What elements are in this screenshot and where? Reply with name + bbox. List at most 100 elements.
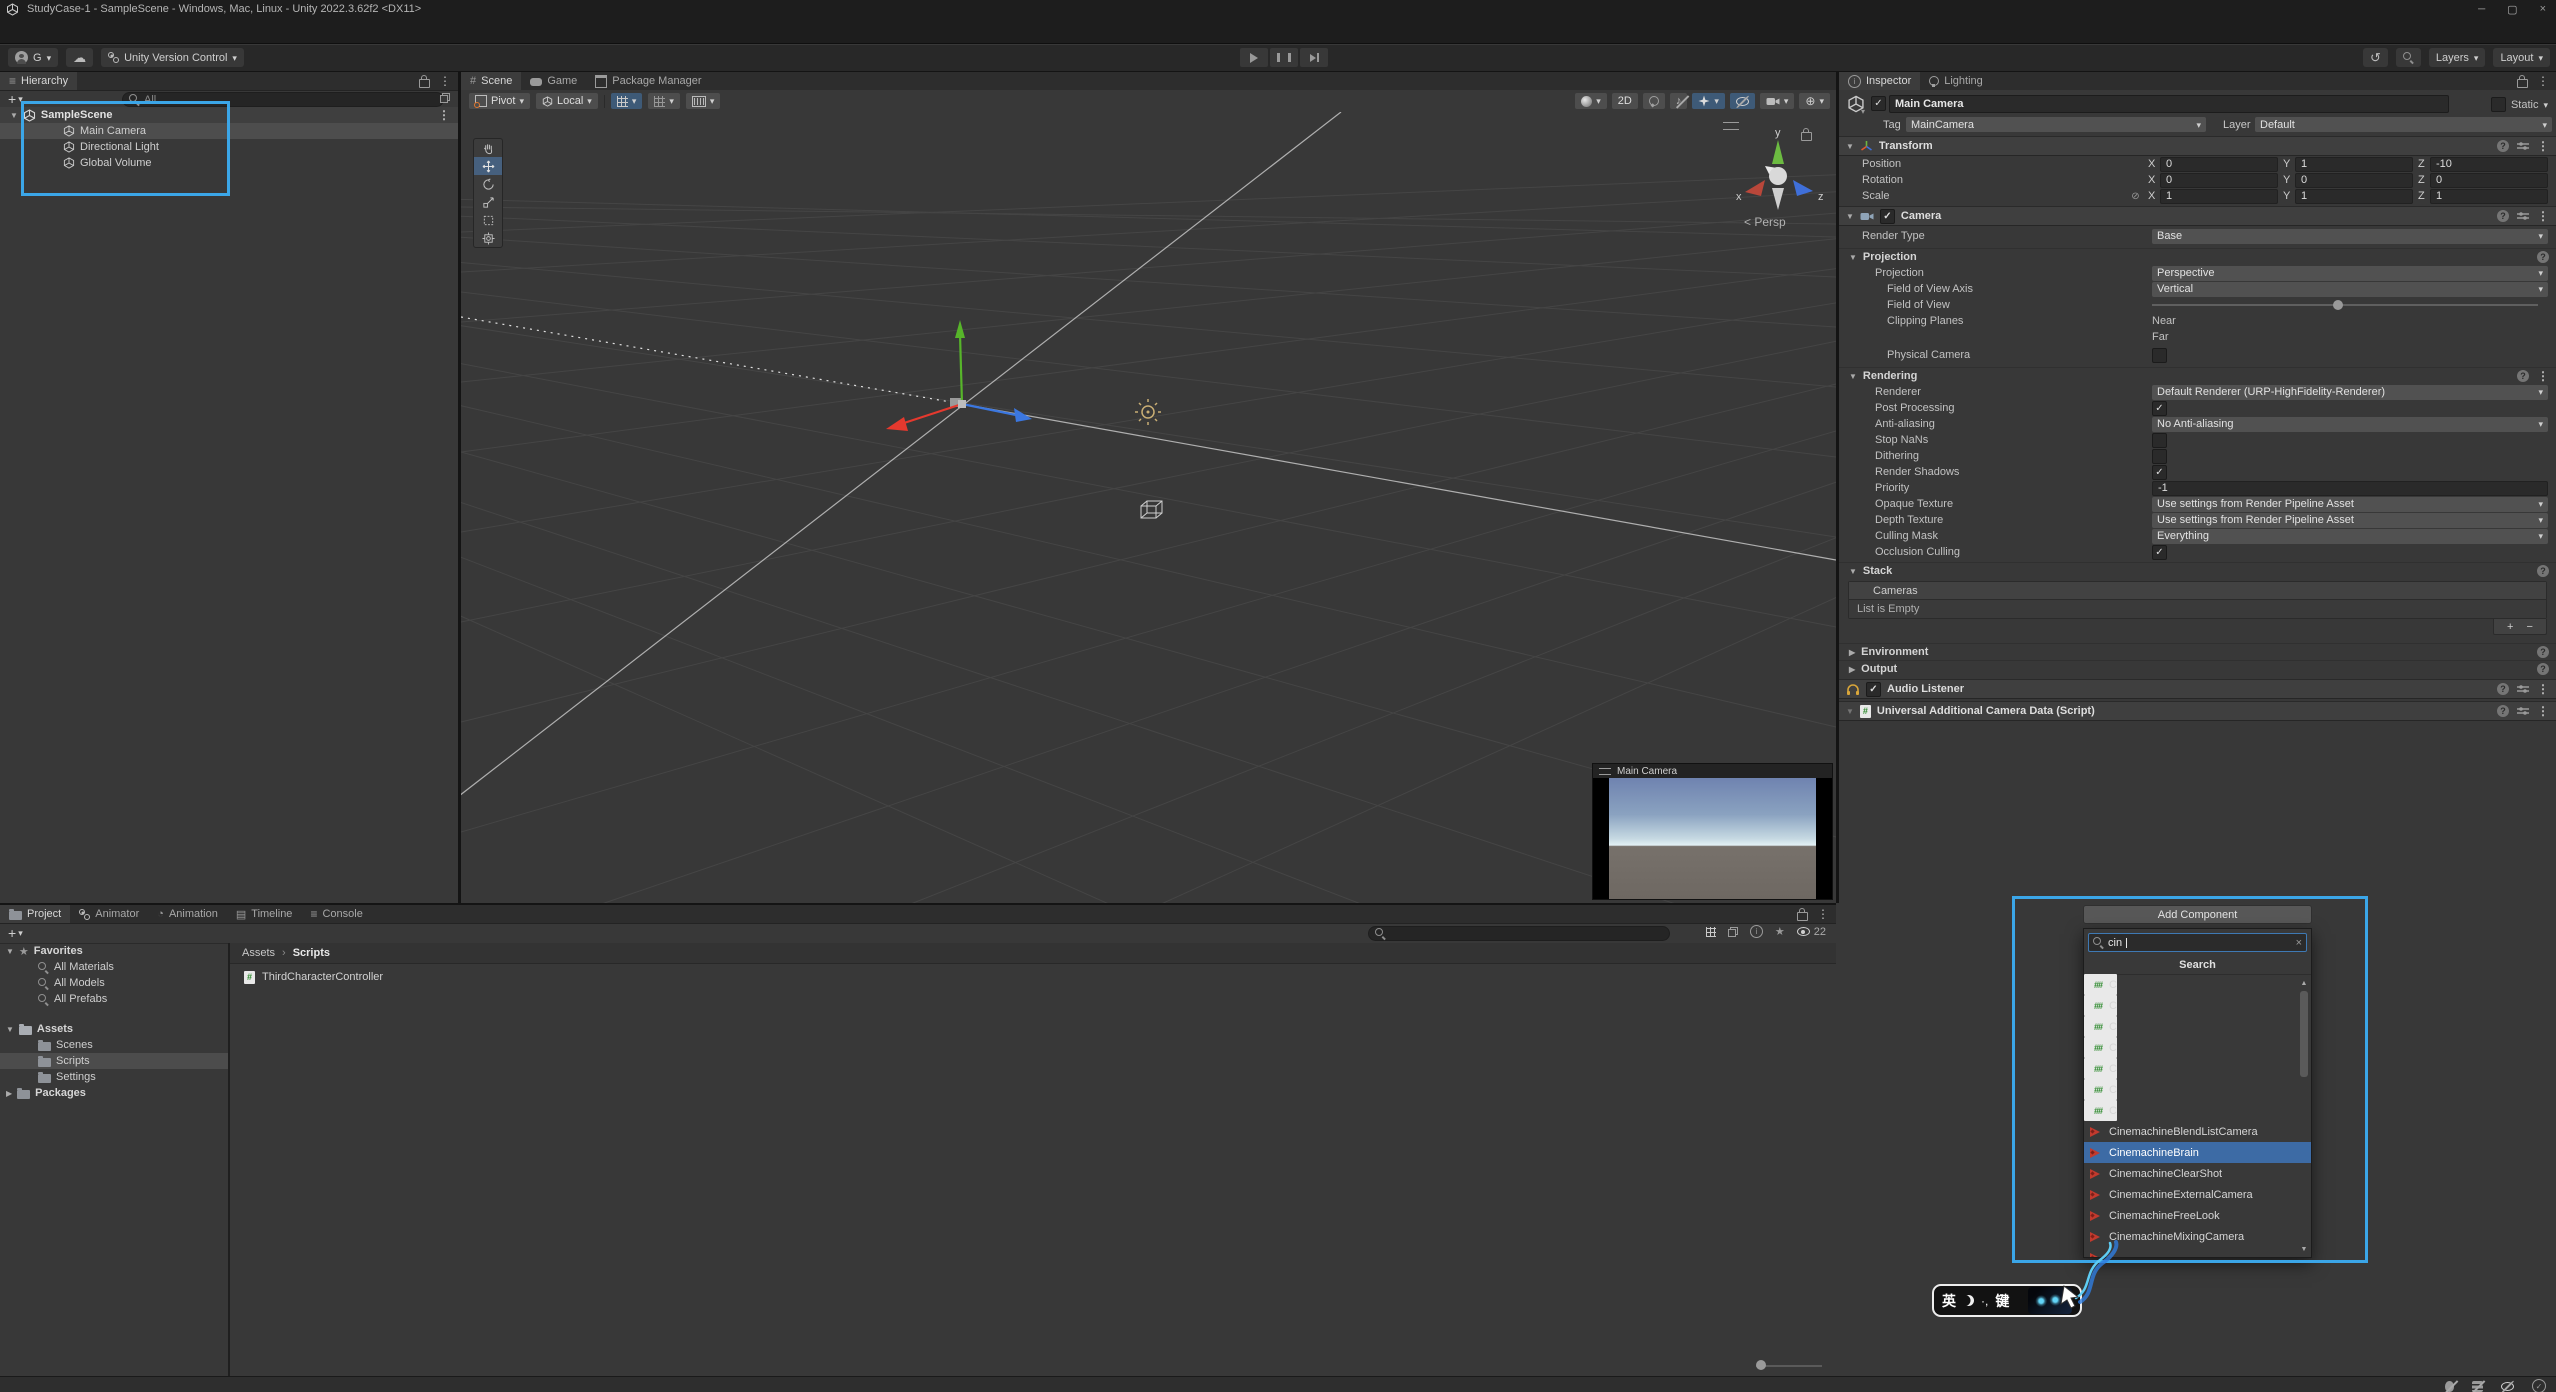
foldout-icon[interactable] (1849, 370, 1857, 382)
kebab-menu-icon[interactable] (2537, 74, 2549, 88)
gameobject-icon[interactable] (1847, 95, 1865, 116)
scrollbar-thumb[interactable] (2300, 991, 2308, 1077)
kebab-menu-icon[interactable] (1817, 907, 1829, 921)
foldout-icon[interactable] (1846, 140, 1854, 152)
hierarchy-item[interactable]: Main Camera (0, 123, 458, 139)
view-tab[interactable]: Scene (461, 72, 521, 90)
z-input[interactable]: 1 (2430, 189, 2548, 204)
projection-section-header[interactable]: Projection (1839, 248, 2556, 265)
version-control-button[interactable]: Unity Version Control (101, 48, 244, 67)
search-by-type-icon[interactable] (1706, 927, 1716, 937)
shading-mode-button[interactable] (1575, 93, 1607, 109)
cloud-button[interactable] (66, 48, 93, 67)
foldout-icon[interactable] (1846, 210, 1854, 222)
component-result-item[interactable]: CinemachineBrain (2084, 1142, 2311, 1163)
tab-project[interactable]: Project (0, 905, 70, 923)
slider-knob[interactable] (1756, 1360, 1766, 1370)
z-input[interactable]: -10 (2430, 157, 2548, 172)
ime-keyboard-mode[interactable]: 键 (1995, 1291, 2009, 1311)
x-input[interactable]: 0 (2160, 157, 2278, 172)
grid-visibility-button[interactable] (611, 93, 643, 109)
static-checkbox[interactable] (2491, 97, 2506, 112)
scene-viewport[interactable]: y x z < Persp Main Camera (461, 112, 1836, 903)
value-checkbox[interactable] (2152, 433, 2167, 448)
x-input[interactable]: 1 (2160, 189, 2278, 204)
value-input[interactable]: -1 (2152, 481, 2548, 496)
component-result-item[interactable]: Cinemachine Independent Impulse (2084, 1037, 2117, 1058)
scroll-down-icon[interactable] (2301, 1242, 2308, 1254)
value-checkbox[interactable] (2152, 401, 2167, 416)
kebab-menu-icon[interactable] (438, 110, 450, 122)
foldout-icon[interactable] (6, 945, 14, 957)
ime-punctuation-mode[interactable]: ·, (1981, 1294, 1988, 1308)
lock-icon[interactable] (2517, 79, 2528, 88)
hierarchy-item[interactable]: Global Volume (0, 155, 458, 171)
create-object-button[interactable] (0, 91, 23, 107)
pivot-mode-button[interactable]: Pivot (469, 93, 530, 109)
physical-camera-checkbox[interactable] (2152, 348, 2167, 363)
menu-item[interactable] (2, 28, 16, 34)
foldout-icon[interactable] (1849, 663, 1855, 675)
hierarchy-item[interactable]: Directional Light (0, 139, 458, 155)
scene-effects-button[interactable] (1692, 93, 1725, 109)
stack-section-header[interactable]: Stack (1839, 562, 2556, 579)
scene-audio-toggle[interactable] (1670, 93, 1688, 109)
object-name-field[interactable]: Main Camera (1889, 95, 2449, 113)
view-tab[interactable]: Game (521, 72, 586, 90)
menu-item[interactable] (66, 28, 80, 34)
environment-section-header[interactable]: Environment (1839, 643, 2556, 660)
component-result-item[interactable]: CinemachineBlendListCamera (2084, 1121, 2311, 1142)
foldout-icon[interactable] (1849, 565, 1857, 577)
foldout-icon[interactable] (1849, 251, 1857, 263)
projection-dropdown[interactable]: Perspective (2152, 266, 2548, 281)
import-log-icon[interactable] (1750, 925, 1763, 938)
gizmos-button[interactable] (1799, 93, 1830, 109)
fov-slider[interactable] (2152, 304, 2538, 306)
help-icon[interactable] (2537, 646, 2549, 658)
camera-header[interactable]: Camera (1839, 206, 2556, 226)
popup-scrollbar[interactable] (2298, 976, 2310, 1254)
favorites-item[interactable]: All Materials (0, 959, 228, 975)
chevron-down-icon[interactable] (2543, 99, 2548, 111)
projection-indicator[interactable]: < Persp (1744, 215, 1786, 229)
scale-tool-button[interactable] (474, 193, 502, 211)
tab-console[interactable]: Console (301, 905, 371, 923)
component-result-item[interactable]: Cinemachine Impulse Source (Cine (2084, 1016, 2117, 1037)
help-icon[interactable] (2497, 705, 2509, 717)
layout-dropdown[interactable]: Layout (2493, 48, 2550, 67)
preset-icon[interactable] (2517, 706, 2529, 716)
help-icon[interactable] (2517, 370, 2529, 382)
maximize-button[interactable] (2507, 3, 2517, 16)
transform-header[interactable]: Transform (1839, 136, 2556, 156)
hierarchy-search-input[interactable]: All (122, 92, 444, 107)
folder-item[interactable]: Settings (0, 1069, 228, 1085)
view-tab[interactable]: Package Manager (586, 72, 710, 90)
audio-listener-header[interactable]: Audio Listener (1839, 679, 2556, 699)
y-input[interactable]: 1 (2295, 157, 2413, 172)
z-input[interactable]: 0 (2430, 173, 2548, 188)
foldout-icon[interactable] (6, 1023, 14, 1035)
menu-item[interactable] (130, 28, 144, 34)
component-enabled-checkbox[interactable] (1880, 209, 1895, 224)
layer-dropdown[interactable]: Default (2255, 117, 2552, 132)
scene-visibility-toggle[interactable] (1730, 93, 1755, 109)
scene-picker-icon[interactable] (440, 93, 450, 103)
breadcrumb-root[interactable]: Assets (242, 947, 275, 959)
menu-item[interactable] (18, 28, 32, 34)
folder-item[interactable]: Scenes (0, 1037, 228, 1053)
tab-hierarchy[interactable]: Hierarchy (0, 72, 77, 90)
undo-history-button[interactable] (2363, 48, 2388, 67)
component-result-item[interactable]: Cinemachine Collision Impulse Sou (2084, 974, 2117, 995)
foldout-icon[interactable] (6, 1087, 12, 1099)
value-dropdown[interactable]: Use settings from Render Pipeline Asset (2152, 497, 2548, 512)
foldout-icon[interactable] (1849, 646, 1855, 658)
lock-icon[interactable] (1797, 912, 1808, 921)
scroll-up-icon[interactable] (2301, 976, 2308, 988)
ime-language-mode[interactable]: 英 (1942, 1291, 1956, 1311)
2d-toggle-button[interactable]: 2D (1612, 93, 1638, 109)
rendering-section-header[interactable]: Rendering (1839, 367, 2556, 384)
tab-animator[interactable]: Animator (70, 905, 148, 923)
active-checkbox[interactable] (1871, 96, 1886, 111)
foldout-icon[interactable] (10, 109, 18, 121)
increment-snap-button[interactable] (686, 93, 721, 109)
